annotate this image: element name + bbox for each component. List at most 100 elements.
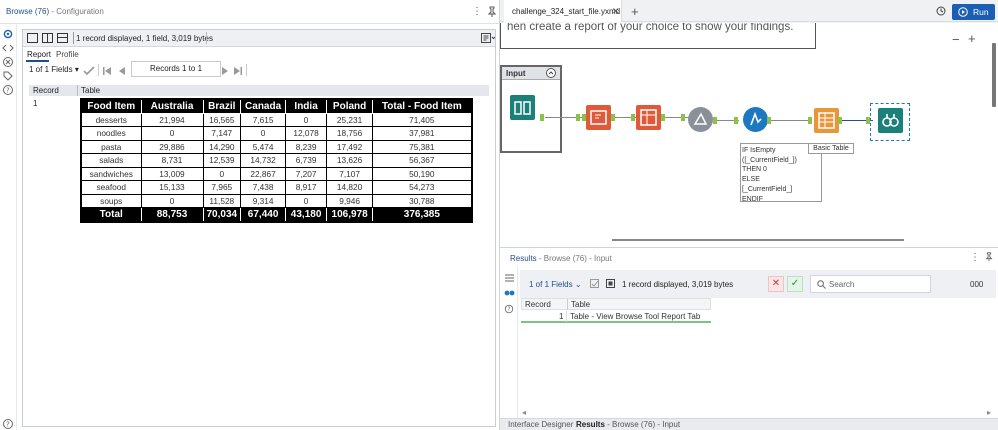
anchor <box>631 114 635 121</box>
layout-horizontal-split-icon[interactable] <box>57 33 68 43</box>
pin-icon[interactable] <box>984 252 994 262</box>
report-header-cell: Poland <box>326 98 374 114</box>
results-title-main: Results <box>510 254 537 263</box>
tab-report[interactable]: Report <box>27 50 51 59</box>
document-tabbar: challenge_324_start_file.yxmd ✕ + Run <box>500 0 998 22</box>
basic-table-tool-icon[interactable] <box>814 108 839 133</box>
history-icon[interactable] <box>936 6 946 16</box>
help-icon[interactable]: ? <box>504 304 514 314</box>
scroll-left-icon[interactable]: ◂ <box>522 408 526 417</box>
fields-dropdown[interactable]: 1 of 1 Fields ▾ <box>29 65 79 74</box>
layout-vertical-split-icon[interactable] <box>42 33 53 43</box>
anchor <box>611 114 615 121</box>
workflow-canvas[interactable]: hen create a report of your choice to sh… <box>500 23 998 247</box>
zoom-in-icon[interactable]: + <box>968 31 976 46</box>
help-bottom-icon[interactable]: ? <box>2 418 14 430</box>
sort-tool-icon[interactable] <box>688 107 713 132</box>
comment-text: hen create a report of your choice to sh… <box>507 23 794 33</box>
list-icon[interactable] <box>505 274 514 282</box>
report-header-cell: India <box>285 98 328 114</box>
total-value-cell: 106,978 <box>326 207 374 222</box>
close-icon[interactable]: ✕ <box>612 6 620 17</box>
table-row[interactable]: 1 Table - View Browse Tool Report Tab <box>521 311 711 323</box>
divider <box>206 32 207 44</box>
formula-line: ENDIF <box>742 195 763 203</box>
add-tab-icon[interactable]: + <box>631 4 639 19</box>
column-header-table[interactable]: Table <box>571 300 590 309</box>
value-cell: 14,290 <box>202 139 242 154</box>
more-options-icon[interactable]: ⋮ <box>970 252 980 263</box>
column-header-record[interactable]: Record <box>525 300 551 309</box>
value-cell: 54,273 <box>372 180 473 195</box>
run-button[interactable]: Run <box>952 4 995 20</box>
column-header-record[interactable]: Record <box>33 85 59 96</box>
report-table: Food Item Australia Brazil Canada India … <box>80 98 473 223</box>
fields-dropdown[interactable]: 1 of 1 Fields ⌄ <box>529 280 582 289</box>
value-cell: 22,867 <box>240 166 287 181</box>
browse-configuration-pane: Browse (76) - Configuration ⋮ ? ? 1 reco… <box>0 0 500 430</box>
pane-header: Browse (76) - Configuration ⋮ <box>0 0 500 24</box>
tab-results[interactable]: Results - Browse (76) - Input <box>576 420 680 429</box>
container-label: Input <box>506 69 526 78</box>
value-cell: 8,239 <box>285 139 328 154</box>
zoom-out-icon[interactable]: − <box>952 32 960 47</box>
document-tab[interactable]: challenge_324_start_file.yxmd ✕ <box>504 0 622 22</box>
layout-single-icon[interactable] <box>27 33 38 43</box>
records-field[interactable]: Records 1 to 1 <box>131 61 221 77</box>
tag-icon[interactable] <box>2 70 14 82</box>
formula-line: ([_CurrentField_]) <box>742 156 797 164</box>
tab-interface-designer[interactable]: Interface Designer <box>508 420 573 429</box>
crosstab-tool-icon[interactable] <box>636 105 661 130</box>
divider <box>73 32 74 44</box>
results-header: Results - Browse (76) - Input ⋮ <box>500 248 998 266</box>
anchor <box>767 117 771 124</box>
edit-icon[interactable] <box>590 279 599 288</box>
pin-icon[interactable] <box>486 6 498 18</box>
more-text[interactable]: 000 <box>970 280 983 289</box>
formula-line: ELSE <box>742 176 760 184</box>
total-value-cell: 43,180 <box>285 207 328 222</box>
report-header-row: Food Item Australia Brazil Canada India … <box>80 98 473 114</box>
first-record-icon[interactable] <box>102 66 112 76</box>
input-data-tool-icon[interactable] <box>510 95 535 120</box>
search-placeholder: Search <box>829 280 855 289</box>
collapse-icon[interactable] <box>546 68 556 78</box>
tab-results-sub: - Browse (76) - Input <box>604 420 681 429</box>
scroll-right-icon[interactable]: ▸ <box>987 408 991 417</box>
close-circle-icon[interactable] <box>2 56 14 68</box>
next-record-icon[interactable] <box>220 66 230 76</box>
tool-container[interactable]: Input <box>500 65 562 153</box>
transform-tool-icon[interactable] <box>586 105 611 130</box>
save-icon[interactable] <box>481 33 495 44</box>
search-input[interactable]: Search <box>810 275 931 293</box>
more-options-icon[interactable]: ⋮ <box>471 6 483 18</box>
help-icon[interactable]: ? <box>2 84 14 96</box>
food-item-cell: sandwiches <box>80 166 142 181</box>
connector-line <box>768 120 812 121</box>
config-side-rail: ? ? <box>0 24 17 430</box>
tab-profile[interactable]: Profile <box>56 50 79 59</box>
prev-record-icon[interactable] <box>117 66 127 76</box>
last-record-icon[interactable] <box>233 66 243 76</box>
save-icon[interactable] <box>606 279 615 288</box>
deselect-button[interactable]: ✕ <box>768 276 784 292</box>
vertical-scrollbar[interactable] <box>992 43 996 107</box>
svg-text:?: ? <box>6 87 10 95</box>
comment-box[interactable]: hen create a report of your choice to sh… <box>500 23 816 49</box>
apply-button[interactable]: ✓ <box>787 276 803 292</box>
browse-tool-icon[interactable] <box>878 108 903 133</box>
gear-icon[interactable] <box>2 28 14 40</box>
value-cell: 7,107 <box>326 166 374 181</box>
binoculars-icon[interactable] <box>504 288 515 296</box>
multi-field-formula-tool-icon[interactable] <box>743 107 768 132</box>
fields-dropdown-label: 1 of 1 Fields <box>529 280 573 289</box>
results-toolbar: 1 of 1 Fields ⌄ 1 record displayed, 3,01… <box>520 270 996 298</box>
horizontal-scrollbar[interactable] <box>612 239 904 241</box>
column-header-table[interactable]: Table <box>81 85 100 96</box>
report-row: pasta 29,886 14,290 5,474 8,239 17,492 75,381 <box>80 139 473 154</box>
value-cell: 6,739 <box>285 153 328 168</box>
code-icon[interactable] <box>2 42 14 54</box>
view-toolbar: 1 record displayed, 1 field, 3,019 bytes <box>23 30 495 47</box>
checkmark-icon[interactable] <box>83 66 95 76</box>
formula-line: THEN 0 <box>742 166 767 174</box>
